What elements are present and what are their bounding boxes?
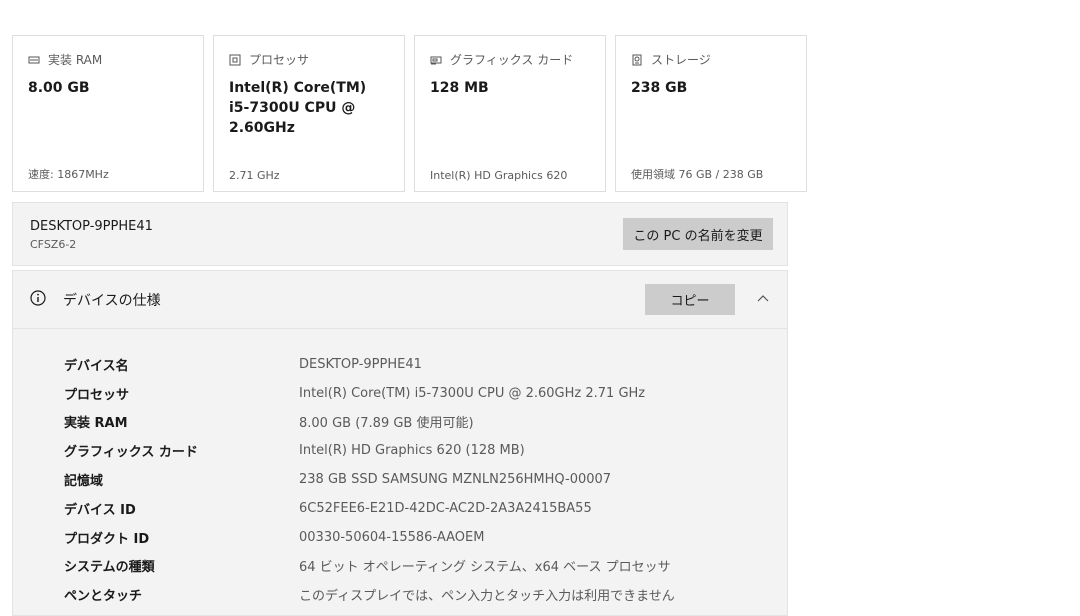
spec-row-device-name: デバイス名 DESKTOP-9PPHE41 xyxy=(64,350,675,379)
ram-card-value: 8.00 GB xyxy=(28,80,90,96)
spec-label: システムの種類 xyxy=(64,560,155,576)
storage-card-footer: 使用領域 76 GB / 238 GB xyxy=(631,168,764,181)
spec-row-device-id: デバイス ID 6C52FEE6-E21D-42DC-AC2D-2A3A2415… xyxy=(64,494,675,523)
spec-value: 238 GB SSD SAMSUNG MZNLN256HMHQ-00007 xyxy=(299,472,612,488)
spec-row-processor: プロセッサ Intel(R) Core(TM) i5-7300U CPU @ 2… xyxy=(64,379,675,408)
ram-card: 実装 RAM 8.00 GB 速度: 1867MHz xyxy=(12,35,204,192)
graphics-card-title: グラフィックス カード xyxy=(450,53,574,67)
info-icon xyxy=(30,290,46,306)
storage-card: ストレージ 238 GB 使用領域 76 GB / 238 GB xyxy=(615,35,807,192)
spec-row-product-id: プロダクト ID 00330-50604-15586-AAOEM xyxy=(64,523,675,552)
device-spec-panel: デバイスの仕様 コピー デバイス名 DESKTOP-9PPHE41 プロセッサ … xyxy=(12,270,788,616)
storage-card-value: 238 GB xyxy=(631,80,688,96)
spec-label: ペンとタッチ xyxy=(64,589,143,605)
processor-card-title: プロセッサ xyxy=(249,53,310,67)
spec-label: プロダクト ID xyxy=(64,531,150,547)
graphics-card: グラフィックス カード 128 MB Intel(R) HD Graphics … xyxy=(414,35,606,192)
device-spec-header[interactable]: デバイスの仕様 コピー xyxy=(13,271,787,329)
chevron-up-icon[interactable] xyxy=(755,291,771,307)
device-spec-title: デバイスの仕様 xyxy=(63,293,161,309)
graphics-card-icon xyxy=(430,56,442,64)
storage-card-title: ストレージ xyxy=(651,53,711,67)
spec-label: デバイス名 xyxy=(64,358,129,374)
graphics-card-footer: Intel(R) HD Graphics 620 xyxy=(430,169,568,182)
spec-label: 実装 RAM xyxy=(64,416,128,432)
device-info-page: 実装 RAM 8.00 GB 速度: 1867MHz プロセッサ Intel(R… xyxy=(0,0,1080,616)
spec-row-system-type: システムの種類 64 ビット オペレーティング システム、x64 ベース プロセ… xyxy=(64,552,675,581)
spec-label: グラフィックス カード xyxy=(64,445,198,461)
spec-label: デバイス ID xyxy=(64,502,136,518)
ram-card-title: 実装 RAM xyxy=(48,53,103,67)
graphics-card-value: 128 MB xyxy=(430,80,489,96)
spec-value: 6C52FEE6-E21D-42DC-AC2D-2A3A2415BA55 xyxy=(299,500,592,516)
spec-value: このディスプレイでは、ペン入力とタッチ入力は利用できません xyxy=(299,589,675,605)
ram-card-footer: 速度: 1867MHz xyxy=(28,168,109,181)
spec-label: 記憶域 xyxy=(64,474,104,490)
storage-icon xyxy=(632,54,642,65)
device-spec-list: デバイス名 DESKTOP-9PPHE41 プロセッサ Intel(R) Cor… xyxy=(64,350,675,609)
copy-button[interactable]: コピー xyxy=(645,284,735,315)
pc-name: DESKTOP-9PPHE41 xyxy=(30,219,153,234)
spec-value: 64 ビット オペレーティング システム、x64 ベース プロセッサ xyxy=(299,560,671,576)
spec-value: DESKTOP-9PPHE41 xyxy=(299,356,422,372)
processor-card-footer: 2.71 GHz xyxy=(229,169,280,182)
spec-row-storage: 記憶域 238 GB SSD SAMSUNG MZNLN256HMHQ-0000… xyxy=(64,465,675,494)
spec-row-pen-touch: ペンとタッチ このディスプレイでは、ペン入力とタッチ入力は利用できません xyxy=(64,580,675,609)
pc-model: CFSZ6-2 xyxy=(30,238,77,251)
spec-value: Intel(R) Core(TM) i5-7300U CPU @ 2.60GHz… xyxy=(299,385,646,401)
pc-name-section: DESKTOP-9PPHE41 CFSZ6-2 この PC の名前を変更 xyxy=(12,202,788,266)
spec-value: Intel(R) HD Graphics 620 (128 MB) xyxy=(299,443,525,459)
spec-value: 00330-50604-15586-AAOEM xyxy=(299,529,485,545)
ram-icon xyxy=(28,56,40,63)
spec-row-graphics: グラフィックス カード Intel(R) HD Graphics 620 (12… xyxy=(64,436,675,465)
spec-value: 8.00 GB (7.89 GB 使用可能) xyxy=(299,416,474,432)
spec-label: プロセッサ xyxy=(64,387,130,403)
spec-cards: 実装 RAM 8.00 GB 速度: 1867MHz プロセッサ Intel(R… xyxy=(12,35,807,192)
rename-pc-button[interactable]: この PC の名前を変更 xyxy=(623,218,773,250)
spec-row-ram: 実装 RAM 8.00 GB (7.89 GB 使用可能) xyxy=(64,408,675,437)
processor-card: プロセッサ Intel(R) Core(TM) i5-7300U CPU @ 2… xyxy=(213,35,405,192)
processor-card-value: Intel(R) Core(TM) i5-7300U CPU @ 2.60GHz xyxy=(229,80,367,136)
processor-icon xyxy=(229,54,241,65)
